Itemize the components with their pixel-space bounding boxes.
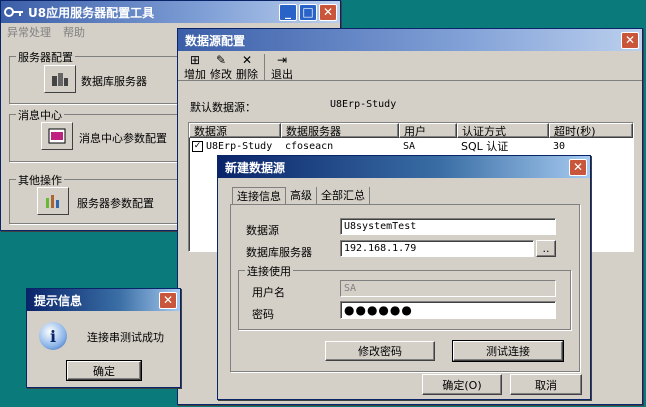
connection-group: 连接使用 (238, 263, 571, 330)
username-label: 用户名 (252, 286, 285, 299)
row-name-cell: ✓ U8Erp-Study (189, 140, 281, 152)
username-input[interactable]: SA (340, 280, 556, 297)
ds-name-input[interactable]: U8systemTest (340, 218, 556, 235)
add-icon: ⊞ (189, 53, 201, 67)
browse-server-button[interactable]: .. (536, 240, 556, 257)
main-close-button[interactable]: ✕ (319, 3, 337, 21)
tab-summary[interactable]: 全部汇总 (317, 187, 370, 204)
default-datasource-label: 默认数据源： (190, 101, 256, 114)
datasource-toolbar: ⊞ 增加 ✎ 修改 ✕ 删除 ⇥ 退出 (178, 51, 642, 81)
col-server[interactable]: 数据服务器 (281, 123, 399, 138)
ds-name-label: 数据源 (246, 224, 279, 237)
server-params-link[interactable]: 服务器参数配置 (77, 195, 154, 211)
message-box-close-button[interactable]: ✕ (159, 291, 177, 309)
row-name: U8Erp-Study (206, 140, 273, 152)
database-server-icon[interactable] (44, 65, 76, 93)
exit-icon: ⇥ (276, 53, 288, 67)
password-label: 密码 (252, 308, 274, 321)
message-center-link[interactable]: 消息中心参数配置 (79, 130, 167, 146)
tab-advanced[interactable]: 高级 (286, 187, 317, 204)
password-input[interactable]: ●●●●●● (340, 301, 556, 319)
key-icon (4, 6, 24, 18)
col-auth[interactable]: 认证方式 (457, 123, 549, 138)
menu-exception[interactable]: 异常处理 (7, 24, 51, 40)
message-center-icon[interactable] (41, 122, 73, 150)
col-timeout[interactable]: 超时(秒) (549, 123, 633, 138)
message-box: 提示信息 ✕ i 连接串测试成功 确定 (26, 288, 181, 388)
row-server: cfoseacn (285, 140, 334, 152)
col-user[interactable]: 用户 (399, 123, 457, 138)
col-datasource[interactable]: 数据源 (189, 123, 281, 138)
maximize-button[interactable]: □ (299, 3, 317, 21)
row-timeout: 30 (553, 140, 566, 152)
change-password-button[interactable]: 修改密码 (325, 341, 435, 361)
group-server-config-label: 服务器配置 (16, 49, 75, 65)
new-datasource-close-button[interactable]: ✕ (569, 158, 587, 176)
message-ok-button[interactable]: 确定 (66, 360, 142, 381)
test-connection-button[interactable]: 测试连接 (452, 340, 564, 362)
edit-label: 修改 (210, 68, 232, 81)
message-box-title: 提示信息 (34, 293, 83, 308)
message-box-titlebar: 提示信息 ✕ (27, 289, 180, 311)
edit-icon: ✎ (215, 53, 227, 67)
main-title: U8应用服务器配置工具 (28, 5, 155, 20)
add-label: 增加 (184, 68, 206, 81)
info-icon: i (39, 322, 67, 350)
menu-help[interactable]: 帮助 (63, 24, 85, 40)
add-button[interactable]: ⊞ 增加 (182, 54, 208, 82)
toolbar-separator (264, 54, 265, 80)
new-datasource-title: 新建数据源 (225, 160, 286, 175)
message-text: 连接串测试成功 (87, 331, 164, 344)
default-datasource-row: 默认数据源： U8Erp-Study (190, 99, 396, 115)
server-params-icon[interactable] (37, 187, 69, 215)
main-titlebar: U8应用服务器配置工具 _ □ ✕ (1, 1, 340, 23)
exit-label: 退出 (271, 68, 293, 81)
table-header: 数据源 数据服务器 用户 认证方式 超时(秒) (189, 123, 633, 138)
new-datasource-titlebar: 新建数据源 ✕ (218, 156, 590, 178)
delete-button[interactable]: ✕ 删除 (234, 54, 260, 82)
edit-button[interactable]: ✎ 修改 (208, 54, 234, 82)
datasource-close-button[interactable]: ✕ (621, 31, 639, 49)
cancel-button[interactable]: 取消 (510, 374, 582, 395)
db-server-label: 数据库服务器 (246, 246, 312, 259)
row-user: SA (403, 140, 416, 152)
group-message-center-label: 消息中心 (16, 107, 64, 123)
row-checkbox[interactable]: ✓ (192, 140, 203, 152)
new-datasource-dialog: 新建数据源 ✕ 连接信息 高级 全部汇总 数据源 U8systemTest 数据… (217, 155, 591, 400)
minimize-button[interactable]: _ (279, 3, 297, 21)
ok-button[interactable]: 确定(O) (422, 374, 502, 395)
connection-group-label: 连接使用 (245, 263, 293, 279)
exit-button[interactable]: ⇥ 退出 (269, 54, 295, 82)
default-datasource-value: U8Erp-Study (330, 99, 397, 110)
table-row[interactable]: ✓ U8Erp-Study cfoseacn SA SQL 认证 30 (189, 138, 633, 154)
group-other-label: 其他操作 (16, 172, 64, 188)
datasource-title: 数据源配置 (185, 33, 246, 48)
delete-label: 删除 (236, 68, 258, 81)
datasource-titlebar: 数据源配置 ✕ (178, 29, 642, 51)
delete-icon: ✕ (241, 53, 253, 67)
database-server-link[interactable]: 数据库服务器 (81, 73, 147, 89)
row-auth: SQL 认证 (461, 140, 509, 153)
tab-connection[interactable]: 连接信息 (232, 187, 286, 204)
db-server-input[interactable]: 192.168.1.79 (340, 240, 534, 257)
tab-strip: 连接信息 高级 全部汇总 (232, 187, 370, 204)
